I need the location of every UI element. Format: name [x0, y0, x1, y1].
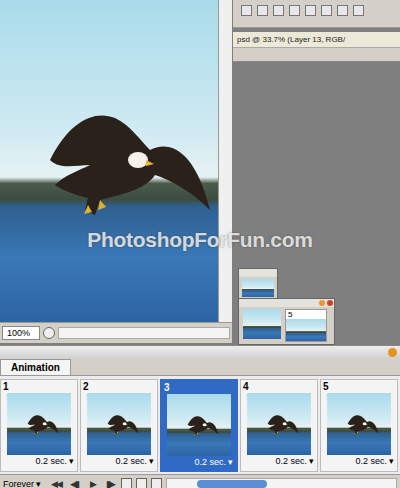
tween-icon[interactable]: [121, 478, 132, 488]
align-tool-icon[interactable]: [353, 5, 364, 16]
playback-control-icon[interactable]: ▶: [85, 479, 99, 488]
loop-select[interactable]: Forever▾: [3, 479, 45, 488]
vertical-scrollbar[interactable]: [218, 0, 232, 322]
document-status-bar: 100%: [0, 322, 232, 343]
delay-menu-icon[interactable]: ▾: [228, 457, 233, 468]
frame-thumbnail[interactable]: [87, 393, 151, 455]
frame-strip: 10.2 sec.▾20.2 sec.▾30.2 sec.▾40.2 sec.▾…: [0, 375, 400, 474]
thumbnail: [243, 309, 281, 339]
minimize-icon[interactable]: [319, 300, 325, 306]
animation-frame[interactable]: 3 0.2 sec.▾: [160, 379, 238, 472]
frame-number: 2: [82, 381, 156, 393]
animation-frame[interactable]: 2 0.2 sec.▾: [80, 379, 158, 472]
new-frame-icon[interactable]: [136, 478, 147, 488]
animation-frame[interactable]: 4 0.2 sec.▾: [240, 379, 318, 472]
frame-delay[interactable]: 0.2 sec.▾: [163, 456, 235, 469]
delay-menu-icon[interactable]: ▾: [309, 456, 314, 467]
frame-thumbnail[interactable]: [167, 394, 231, 456]
loop-menu-icon: ▾: [36, 479, 41, 488]
second-window-title: psd @ 33.7% (Layer 13, RGB/: [233, 32, 400, 48]
thumbnail-frame: 5: [285, 309, 327, 342]
small-window-header: [239, 269, 277, 277]
close-icon[interactable]: [327, 300, 333, 306]
document-window: 100%: [0, 0, 232, 343]
align-tool-icon[interactable]: [289, 5, 300, 16]
animation-panel: Animation10.2 sec.▾20.2 sec.▾30.2 sec.▾4…: [0, 345, 400, 488]
playback-control-icon[interactable]: ◀◀: [49, 479, 63, 488]
frame-scrollbar[interactable]: [166, 478, 397, 488]
frame-number: 3: [163, 382, 235, 394]
delay-menu-icon[interactable]: ▾: [389, 456, 394, 467]
align-tool-icon[interactable]: [321, 5, 332, 16]
zoom-field[interactable]: 100%: [2, 326, 40, 340]
watermark: PhotoshopForFun.com: [0, 228, 400, 252]
frame-delay[interactable]: 0.2 sec.▾: [2, 455, 76, 468]
workspace: 100% psd @ 33.7% (Layer 13, RGB/5: [0, 0, 400, 345]
delete-frame-icon[interactable]: [151, 478, 162, 488]
delay-text: 0.2 sec.: [355, 456, 387, 467]
frame-delay[interactable]: 0.2 sec.▾: [242, 455, 316, 468]
animation-tab[interactable]: Animation: [0, 359, 71, 375]
delay-text: 0.2 sec.: [35, 456, 67, 467]
delay-text: 0.2 sec.: [194, 457, 226, 468]
frame-number: 4: [242, 381, 316, 393]
animation-frame[interactable]: 1 0.2 sec.▾: [0, 379, 78, 472]
frame-thumbnail[interactable]: [327, 393, 391, 455]
options-toolbar: [233, 0, 400, 28]
panel-menu-icon[interactable]: [388, 348, 397, 357]
scroll-thumb[interactable]: [197, 480, 267, 488]
playback-control-icon[interactable]: ◀▮: [67, 479, 81, 488]
thumbnail: [286, 319, 326, 341]
panel-header: [0, 346, 400, 359]
loop-text: Forever: [3, 479, 34, 488]
align-tool-icon[interactable]: [305, 5, 316, 16]
delay-text: 0.2 sec.: [115, 456, 147, 467]
animation-toolbar: Forever▾ ◀◀ ◀▮ ▶ ▮▶: [0, 474, 400, 488]
thumbnail: [242, 279, 274, 297]
delay-text: 0.2 sec.: [275, 456, 307, 467]
frame-thumbnail[interactable]: [7, 393, 71, 455]
frame-label: 5: [286, 310, 326, 319]
align-tool-icon[interactable]: [241, 5, 252, 16]
small-window: [238, 268, 278, 300]
animation-frame[interactable]: 5 0.2 sec.▾: [320, 379, 398, 472]
layers-window: 5: [238, 298, 335, 345]
align-tool-icon[interactable]: [273, 5, 284, 16]
playback-control-icon[interactable]: ▮▶: [103, 479, 117, 488]
delay-menu-icon[interactable]: ▾: [69, 456, 74, 467]
frame-number: 1: [2, 381, 76, 393]
layers-window-header: [239, 299, 334, 307]
frame-number: 5: [322, 381, 396, 393]
status-menu-icon[interactable]: [43, 327, 55, 339]
align-tool-icon[interactable]: [257, 5, 268, 16]
frame-thumbnail[interactable]: [247, 393, 311, 455]
delay-menu-icon[interactable]: ▾: [149, 456, 154, 467]
eagle-photo: [0, 0, 218, 322]
layers-window-body: 5: [239, 307, 334, 344]
align-tool-icon[interactable]: [337, 5, 348, 16]
frame-delay[interactable]: 0.2 sec.▾: [82, 455, 156, 468]
second-window-bar: [233, 48, 400, 62]
horizontal-scrollbar[interactable]: [58, 327, 230, 339]
frame-delay[interactable]: 0.2 sec.▾: [322, 455, 396, 468]
document-main: [0, 0, 232, 322]
panel-tabs: Animation: [0, 359, 400, 375]
